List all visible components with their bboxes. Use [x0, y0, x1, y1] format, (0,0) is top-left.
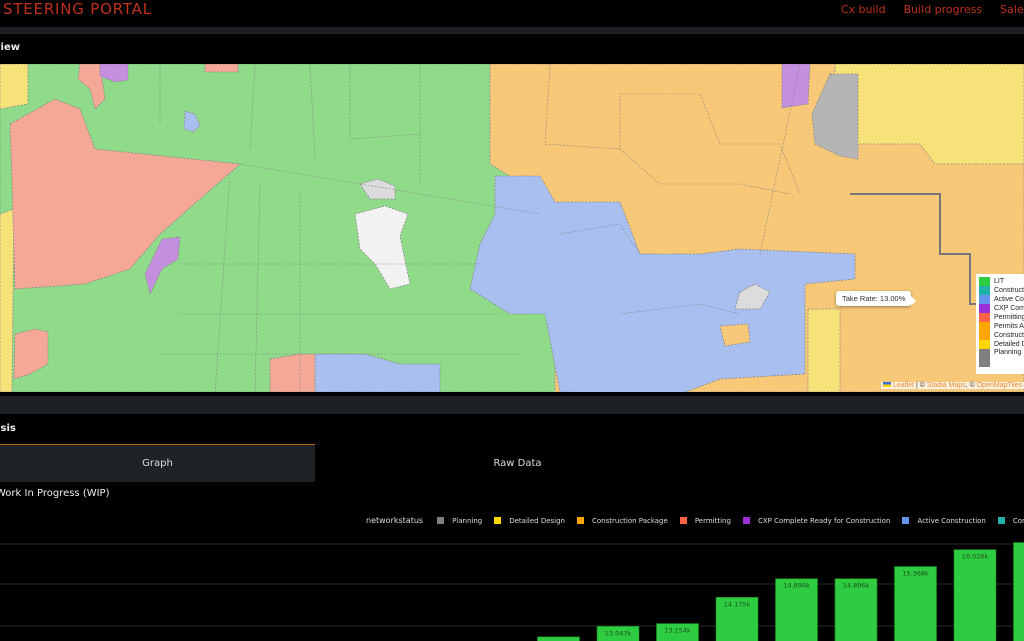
openmaptiles-link[interactable]: OpenMapTiles: [977, 382, 1022, 389]
main-nav: Cx build Build progress Sales re: [841, 3, 1024, 16]
legend-swatch: [997, 517, 1005, 524]
zone-yellow-w2: [0, 208, 15, 392]
legend-swatch: [979, 340, 990, 349]
wip-bar-chart: 12.639k13.047k13.154k14.175k14.896k14.89…: [0, 542, 1024, 641]
legend-swatch: [902, 517, 910, 524]
legend-swatch: [979, 313, 990, 322]
bar-value-label: 16.026k: [962, 553, 989, 561]
map-view[interactable]: Take Rate: 13.00% LIT Construct Active C…: [0, 64, 1024, 392]
nav-build-progress[interactable]: Build progress: [904, 3, 983, 16]
zone-yellow-se: [807, 308, 841, 392]
legend-swatch: [979, 286, 990, 295]
legend-swatch: [979, 304, 990, 313]
nav-cx-build[interactable]: Cx build: [841, 3, 886, 16]
legend-swatch: [679, 517, 687, 524]
legend-item-permitting[interactable]: Permitting: [679, 517, 731, 525]
bar-value-label: 14.175k: [724, 600, 751, 608]
legend-title: networkstatus: [366, 516, 424, 525]
legend-item: Permits A: [979, 322, 1024, 331]
bar-value-label: 14.896k: [843, 582, 870, 590]
bar-value-label: 14.896k: [783, 582, 810, 590]
leaflet-link[interactable]: Leaflet: [893, 382, 914, 389]
legend-swatch: [979, 322, 990, 331]
legend-item-active-construction[interactable]: Active Construction: [902, 517, 986, 525]
legend-swatch: [979, 331, 990, 340]
legend-item: Construct: [979, 331, 1024, 340]
legend-swatch: [437, 517, 445, 524]
zone-salmon-tiny: [204, 64, 239, 73]
legend-item: Active Co: [979, 295, 1024, 304]
zone-purple-n: [781, 64, 811, 109]
legend-swatch: [494, 517, 502, 524]
bar-lit: [953, 549, 997, 641]
tab-raw-data[interactable]: Raw Data: [315, 444, 720, 482]
bar-value-label: 13.154k: [664, 627, 691, 635]
bar-lit: [1013, 542, 1024, 641]
legend-swatch: [577, 517, 584, 524]
bar-value-label: 13.047k: [605, 629, 632, 637]
analysis-section-title: ysis: [0, 423, 16, 434]
legend-item: Planning: [979, 349, 1024, 367]
analysis-tabs: Graph Raw Data: [0, 444, 1024, 482]
top-navbar: STEERING PORTAL Cx build Build progress …: [0, 0, 1024, 27]
legend-item-lit: LIT: [979, 277, 1024, 286]
legend-item: Construct: [979, 286, 1024, 295]
map-polygons: [0, 64, 1024, 392]
legend-item-construction-package[interactable]: Construction Package: [577, 517, 668, 525]
stadia-link[interactable]: Stadia Maps: [927, 382, 966, 389]
map-legend: LIT Construct Active Co CXP Com Permitti…: [976, 274, 1024, 374]
legend-item: Permitting: [979, 313, 1024, 322]
divider-band: [0, 396, 1024, 414]
legend-swatch: [979, 349, 990, 367]
map-attribution: Leaflet | © Stadia Maps, © OpenMapTiles: [881, 382, 1024, 389]
zone-orange-inset: [719, 323, 751, 347]
legend-swatch: [979, 277, 990, 286]
legend-swatch: [979, 295, 990, 304]
legend-item-cxp-complete[interactable]: CXP Complete Ready for Construction: [742, 517, 890, 525]
legend-item: Detailed D: [979, 340, 1024, 349]
bar-value-label: 15.368k: [902, 570, 929, 578]
map-section-title: view: [0, 42, 20, 53]
legend-item: CXP Com: [979, 304, 1024, 313]
legend-item-detailed-design[interactable]: Detailed Design: [494, 517, 565, 525]
nav-sales[interactable]: Sales re: [1000, 3, 1024, 16]
chart-title: Work In Progress (WIP): [0, 488, 110, 499]
bar-lit: [894, 566, 937, 641]
chart-legend: networkstatus Planning Detailed Design C…: [366, 516, 1024, 525]
ukraine-flag-icon: [883, 382, 892, 387]
divider-band: [0, 27, 1024, 34]
legend-swatch: [742, 517, 750, 524]
legend-item-planning[interactable]: Planning: [437, 517, 482, 525]
tab-graph[interactable]: Graph: [0, 444, 315, 482]
zone-yellow-w: [0, 64, 29, 110]
legend-item-construction[interactable]: Const: [997, 517, 1024, 525]
take-rate-tooltip: Take Rate: 13.00%: [836, 291, 917, 306]
brand-title[interactable]: STEERING PORTAL: [3, 0, 152, 18]
